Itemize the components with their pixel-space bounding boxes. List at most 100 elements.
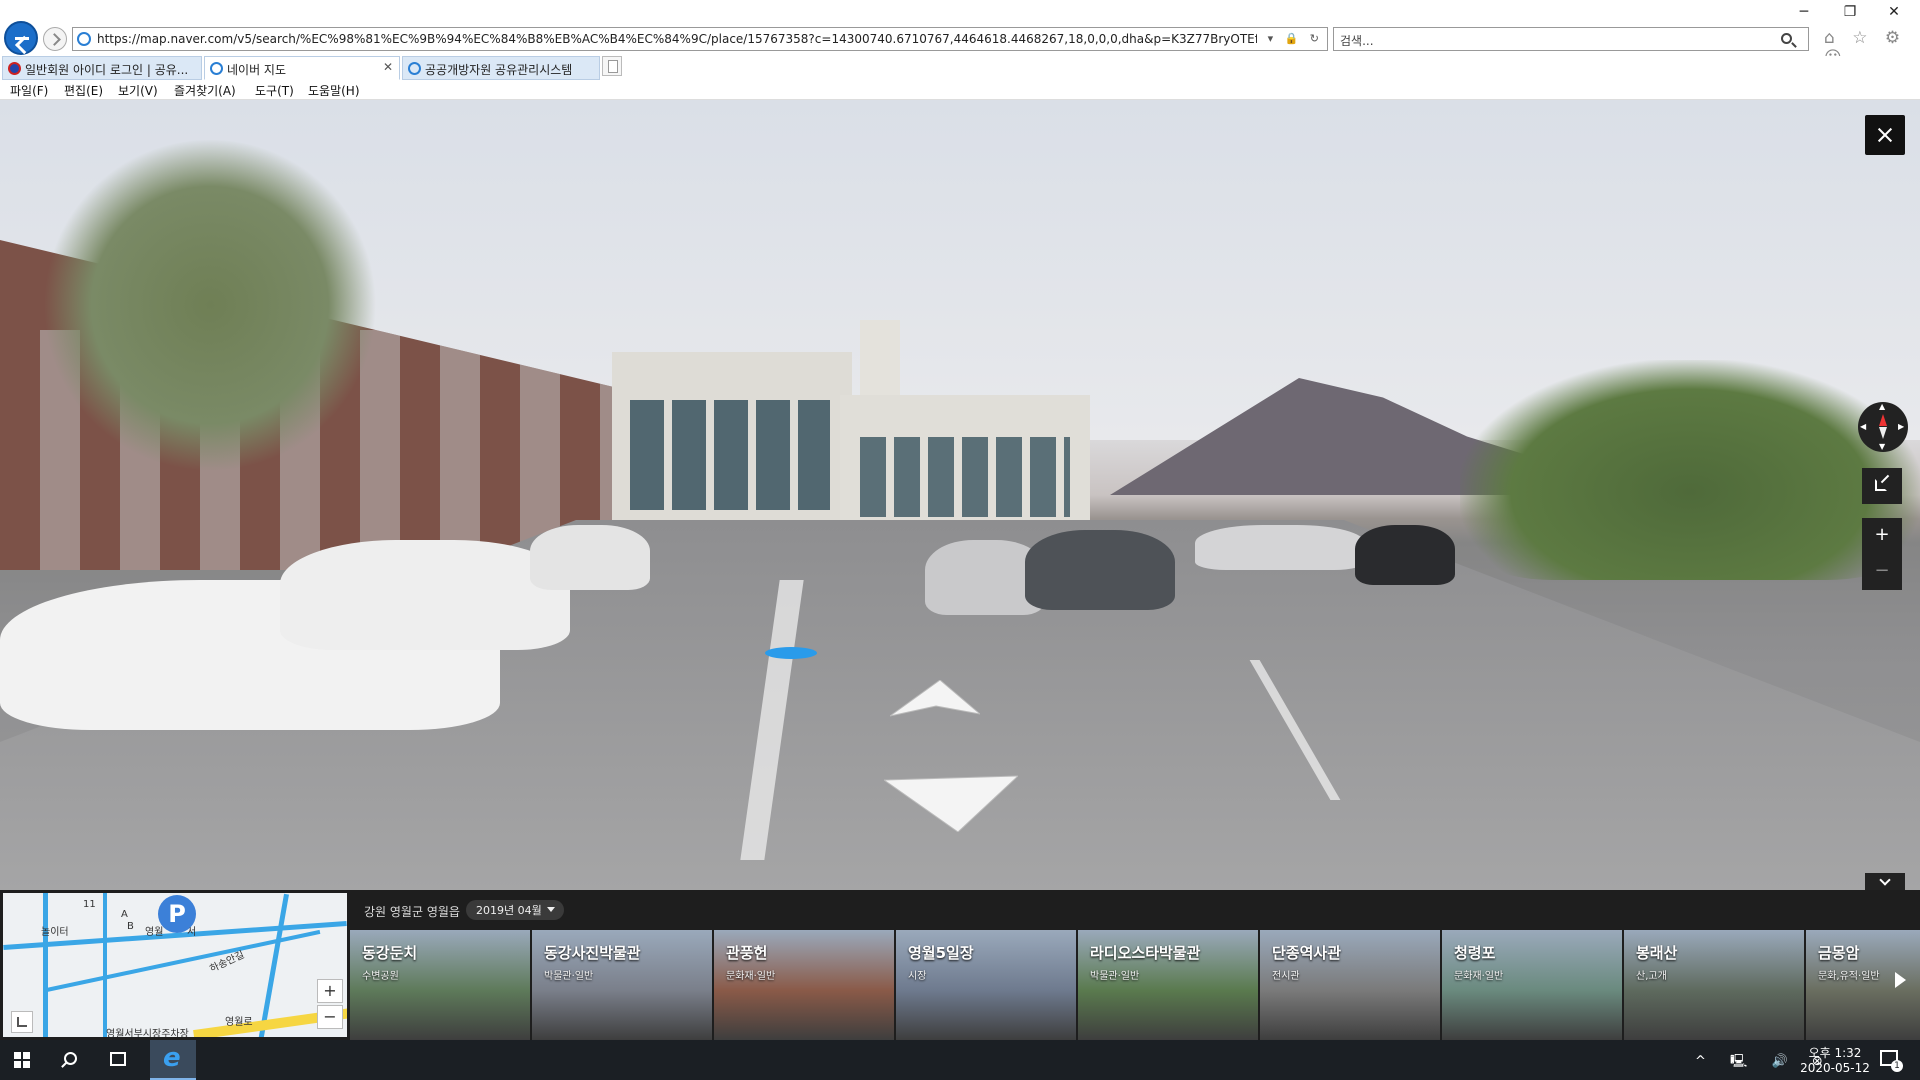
minimap-label: 11 (83, 899, 96, 910)
menu-bar: 파일(F) 편집(E) 보기(V) 즐겨찾기(A) 도구(T) 도움말(H) (0, 80, 1920, 100)
close-window-button[interactable]: ✕ (1884, 4, 1904, 20)
minimap-label: 영월로 (225, 1017, 253, 1028)
address-bar[interactable]: https://map.naver.com/v5/search/%EC%98%8… (72, 27, 1328, 51)
minimap-label: 영월 (145, 927, 164, 938)
share-icon (1875, 479, 1887, 491)
search-icon[interactable] (1781, 33, 1792, 44)
panorama-zoom-out-button[interactable]: − (1862, 554, 1902, 590)
nearby-place-card[interactable]: 동강사진박물관박물관·일반 (532, 930, 712, 1040)
region-label: 강원 영월군 영월읍 (364, 905, 460, 919)
place-category: 산,고개 (1636, 971, 1667, 982)
panorama-trees (1460, 360, 1920, 580)
panorama-tax-office-building (612, 352, 852, 532)
minimap-road (103, 893, 107, 1037)
nearby-place-card[interactable]: 동강둔치 수변공원 (350, 930, 530, 1040)
menu-favorites[interactable]: 즐겨찾기(A) (174, 82, 236, 99)
ie-page-icon (77, 32, 91, 46)
rotate-right-icon[interactable]: ▶ (1898, 422, 1904, 431)
maximize-button[interactable]: ❐ (1840, 4, 1860, 20)
tab-close-icon[interactable]: ✕ (383, 60, 393, 74)
place-title: 관풍헌 (726, 944, 768, 962)
panorama-zoom-in-button[interactable]: + (1862, 518, 1902, 554)
forward-button[interactable] (43, 27, 67, 51)
minimap-zoom-in-button[interactable]: + (317, 979, 343, 1003)
nearby-places-panel: 강원 영월군 영월읍 2019년 04월 동강둔치 수변공원 동강사진박물관 박물관·… (350, 890, 1920, 1040)
panorama-car (1025, 530, 1175, 610)
nearby-place-card[interactable]: 단종역사관전시관 (1260, 930, 1440, 1040)
rotate-down-icon[interactable]: ▼ (1879, 442, 1885, 451)
minimap-label: B (127, 921, 134, 932)
tab-public-resources[interactable]: 공공개방자원 공유관리시스템 (402, 56, 600, 80)
panorama-car (1355, 525, 1455, 585)
tab-strip: 일반회원 아이디 로그인 | 공유... 네이버 지도 ✕ 공공개방자원 공유관… (0, 56, 1920, 80)
notification-count-badge: 1 (1891, 1060, 1903, 1072)
compass-control[interactable]: ▲ ▼ ◀ ▶ (1858, 402, 1908, 452)
nearby-place-card[interactable]: 봉래산산,고개 (1624, 930, 1804, 1040)
place-title: 단종역사관 (1272, 944, 1342, 962)
place-category: 전시관 (1272, 971, 1300, 982)
rotate-up-icon[interactable]: ▲ (1879, 402, 1885, 411)
tab-label: 일반회원 아이디 로그인 | 공유... (25, 63, 189, 77)
place-title: 동강사진박물관 (544, 944, 641, 962)
ie-favicon-icon (408, 62, 421, 75)
minimap-label: 영월서부시장주차장 (106, 1029, 189, 1040)
place-category: 시장 (908, 971, 927, 982)
nearby-place-card[interactable]: 청령포 문화재·일반 (1442, 930, 1622, 1040)
menu-file[interactable]: 파일(F) (10, 82, 48, 99)
compass-south-icon (1879, 427, 1887, 439)
address-url[interactable]: https://map.naver.com/v5/search/%EC%98%8… (97, 32, 1257, 46)
minimap-road (43, 893, 48, 1037)
nearby-place-card[interactable]: 영월5일장 시장 (896, 930, 1076, 1040)
place-category: 수변공원 (362, 971, 399, 982)
share-button[interactable] (1862, 468, 1902, 504)
taskbar-search-icon[interactable] (64, 1052, 77, 1065)
minimap-label: 서 (187, 927, 197, 938)
minimap[interactable]: P 영월서부시장주차장 영월 서 놀이터 하송안길 영월로 11 A B + − (0, 890, 350, 1040)
place-title: 금몽암 (1818, 944, 1860, 962)
street-view-panorama[interactable]: ▲ ▼ ◀ ▶ + − (0, 100, 1920, 890)
menu-edit[interactable]: 편집(E) (64, 82, 103, 99)
site-favicon-icon (8, 62, 21, 75)
browser-toolbar: https://map.naver.com/v5/search/%EC%98%8… (0, 0, 1920, 68)
place-title: 봉래산 (1636, 944, 1678, 962)
panorama-car (530, 525, 650, 590)
nearby-place-card[interactable]: 라디오스타박물관 박물관·일반 (1078, 930, 1258, 1040)
minimap-label: A (121, 909, 128, 920)
place-category: 박물관·일반 (544, 971, 594, 982)
place-category: 박물관·일반 (1090, 971, 1140, 982)
nearby-place-card[interactable]: 관풍헌 문화재·일반 (714, 930, 894, 1040)
collapse-panel-button[interactable] (1865, 873, 1905, 890)
windows-start-icon[interactable] (14, 1052, 30, 1068)
panorama-tree (40, 140, 380, 470)
menu-view[interactable]: 보기(V) (118, 82, 158, 99)
menu-help[interactable]: 도움말(H) (308, 82, 360, 99)
place-category: 문화재·일반 (1454, 971, 1504, 982)
search-box[interactable]: 검색... (1333, 27, 1809, 51)
address-bar-icons[interactable]: ▾ 🔒 ↻ (1268, 32, 1323, 45)
close-streetview-button[interactable] (1865, 115, 1905, 155)
move-backward-arrow-icon[interactable] (884, 772, 1018, 832)
carousel-next-icon[interactable] (1895, 972, 1906, 988)
panorama-car (280, 540, 570, 650)
ie-favicon-icon (210, 62, 223, 75)
minimize-button[interactable]: ─ (1794, 4, 1814, 20)
minimap-label: 놀이터 (41, 927, 69, 938)
move-forward-arrow-icon[interactable] (890, 680, 980, 720)
new-tab-button[interactable] (602, 56, 622, 76)
menu-tools[interactable]: 도구(T) (255, 82, 294, 99)
place-category: 문화,유적·일반 (1818, 971, 1880, 982)
internet-explorer-icon[interactable] (150, 1040, 196, 1080)
rotate-left-icon[interactable]: ◀ (1860, 422, 1866, 431)
tab-label: 공공개방자원 공유관리시스템 (425, 63, 573, 77)
minimap-expand-icon[interactable] (11, 1011, 33, 1033)
clock-time[interactable]: 오후 1:32 (1795, 1044, 1875, 1061)
tab-naver-map[interactable]: 네이버 지도 ✕ (204, 56, 400, 80)
tab-label: 네이버 지도 (227, 63, 287, 77)
minimap-zoom-out-button[interactable]: − (317, 1005, 343, 1029)
back-button[interactable] (4, 21, 38, 55)
capture-date-dropdown[interactable]: 2019년 04월 (466, 900, 564, 920)
tab-login[interactable]: 일반회원 아이디 로그인 | 공유... (2, 56, 202, 80)
clock-date[interactable]: 2020-05-12 (1795, 1061, 1875, 1075)
search-placeholder[interactable]: 검색... (1340, 32, 1374, 49)
task-view-icon[interactable] (110, 1052, 126, 1066)
